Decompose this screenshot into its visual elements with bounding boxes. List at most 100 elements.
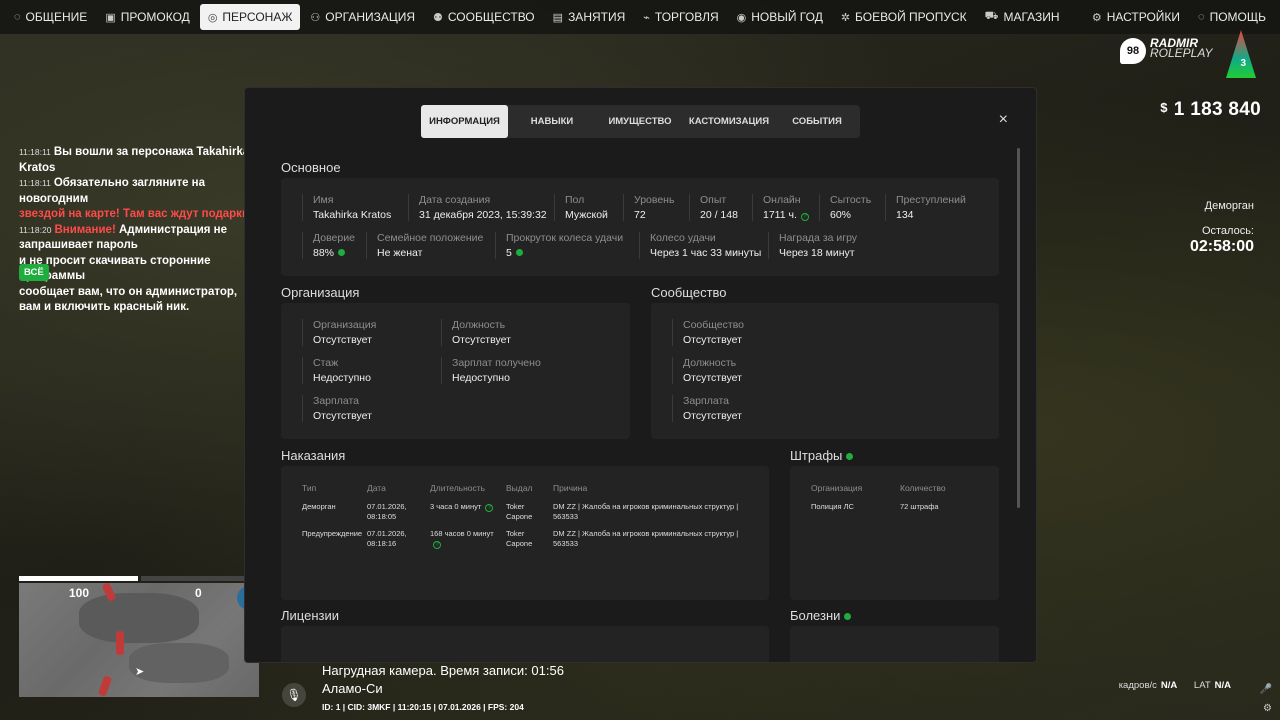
table-cell: 72 штрафа (900, 502, 939, 511)
fines-card: Организация Количество Полиция ЛС 72 штр… (790, 466, 999, 600)
tab-information[interactable]: ИНФОРМАЦИЯ (421, 105, 508, 138)
player-arrow-icon: ➤ (135, 666, 145, 678)
mic-small-icon: 🎤 (1259, 684, 1272, 695)
user-icon: ◎ (207, 11, 218, 24)
field-satiety: Сытость 60% (819, 194, 871, 221)
close-button[interactable]: × (999, 111, 1008, 129)
nav-battle-pass[interactable]: ✲ БОЕВОЙ ПРОПУСК (833, 4, 975, 30)
nav-shop[interactable]: ⛟ МАГАЗИН (977, 4, 1068, 30)
section-title-community: Сообщество (651, 285, 727, 300)
table-cell: DM ZZ | Жалоба на игроков криминальных с… (553, 502, 739, 521)
field-name: Имя Takahirka Kratos (302, 194, 391, 221)
chat-log: 11:18:11 Вы вошли за персонажа Takahirka … (19, 145, 259, 316)
field-tenure: Стаж Недоступно (302, 357, 371, 384)
field-exp: Опыт 20 / 148 (689, 194, 738, 221)
field-salaries: Зарплат получено Недоступно (441, 357, 541, 384)
table-cell: DM ZZ | Жалоба на игроков криминальных с… (553, 529, 739, 548)
jail-place: Деморган (1204, 200, 1254, 212)
server-logo: 98 RADMIR ROLEPLAY 3 (1120, 30, 1260, 86)
main-card: Имя Takahirka Kratos Дата создания 31 дека… (281, 178, 999, 276)
character-modal: ИНФОРМАЦИЯ НАВЫКИ ИМУЩЕСТВО КАСТОМИЗАЦИЯ… (244, 87, 1037, 663)
nav-organization[interactable]: ⚇ ОРГАНИЗАЦИЯ (302, 4, 423, 30)
field-community-position: Должность Отсутствует (672, 357, 742, 384)
nav-trade[interactable]: ⌁ ТОРГОВЛЯ (635, 4, 726, 30)
chat-line: 11:18:11 Вы вошли за персонажа Takahirka … (19, 146, 250, 174)
col-org: Организация (811, 483, 863, 493)
section-title-licenses: Лицензии (281, 608, 339, 623)
punishments-card: Тип Дата Длительность Выдал Причина Демо… (281, 466, 769, 600)
cart-icon: ⛟ (984, 10, 999, 22)
org-icon: ⚇ (310, 11, 321, 24)
chart-icon: ⌁ (643, 11, 650, 24)
tab-customization[interactable]: КАСТОМИЗАЦИЯ (684, 105, 774, 138)
nav-help[interactable]: ◌ ПОМОЩЬ (1190, 4, 1274, 30)
field-community-salary: Зарплата Отсутствует (672, 395, 742, 422)
info-icon[interactable]: ? (433, 540, 441, 549)
time-left-label: Осталось: (1201, 225, 1254, 237)
money-amount: 1 183 840 (1173, 99, 1261, 120)
status-dot-icon (338, 249, 346, 256)
currency-sign: $ (1160, 100, 1168, 115)
field-wheel: Колесо удачи Через 1 час 33 минуты (639, 232, 761, 259)
microphone-icon[interactable]: 🎙 (282, 683, 306, 707)
table-cell: Toker Capone (506, 502, 533, 521)
col-reason: Причина (553, 483, 588, 493)
field-gender: Пол Мужской (554, 194, 608, 221)
section-title-org: Организация (281, 285, 360, 300)
info-icon[interactable]: ? (485, 504, 494, 512)
chat-icon: ◌ (14, 11, 21, 23)
status-bars (19, 576, 259, 581)
chat-line: звездой на карте! Там вас ждут подарки! (19, 208, 253, 220)
field-online: Онлайн 1711 ч.? (752, 194, 809, 221)
bodycam-text: Нагрудная камера. Время записи: 01:56 (322, 663, 564, 678)
field-trust: Доверие 88% (302, 232, 355, 259)
map-terrain (79, 593, 199, 643)
settings-small-icon: ⚙ (1263, 703, 1272, 714)
armor-value: 0 (195, 586, 202, 600)
map-road (116, 631, 124, 655)
info-icon[interactable]: ? (800, 213, 809, 221)
community-icon: ⚉ (433, 11, 443, 24)
minimap: ➤ 100 0 (19, 583, 259, 697)
chat-filter-all-button[interactable]: ВСЁ (19, 264, 49, 281)
chat-line: 11:18:20 Внимание! Администрация не запра… (19, 223, 228, 252)
col-count: Количество (900, 483, 946, 493)
table-cell: Toker Capone (506, 529, 533, 548)
table-cell: 3 часа 0 минут? (430, 502, 494, 512)
status-dot-icon (844, 613, 852, 620)
tab-skills[interactable]: НАВЫКИ (508, 105, 596, 138)
field-salary: Зарплата Отсутствует (302, 395, 372, 422)
field-marital: Семейное положение Не женат (366, 232, 483, 259)
health-value: 100 (69, 586, 90, 600)
nav-promo[interactable]: ▣ ПРОМОКОД (97, 4, 198, 30)
tree-icon (1226, 30, 1256, 78)
nav-new-year[interactable]: ◉ НОВЫЙ ГОД (729, 4, 831, 30)
org-card: Организация Отсутствует Должность Отсутств… (281, 303, 630, 439)
field-created: Дата создания 31 декабря 2023, 15:39:32 (408, 194, 547, 221)
field-crimes: Преступлений 134 (885, 194, 966, 221)
brand-sub: ROLEPLAY (1150, 46, 1213, 60)
field-level: Уровень 72 (623, 194, 674, 221)
scrollbar[interactable] (1017, 148, 1020, 508)
licenses-card (281, 626, 769, 662)
field-org-position: Должность Отсутствует (441, 319, 511, 346)
table-cell: 07.01.2026, 08:18:16 (367, 529, 407, 548)
location-text: Аламо-Си (322, 681, 383, 696)
tab-property[interactable]: ИМУЩЕСТВО (596, 105, 684, 138)
nav-activities[interactable]: ▤ ЗАНЯТИЯ (545, 4, 634, 30)
nav-settings[interactable]: ⚙ НАСТРОЙКИ (1084, 4, 1188, 30)
nav-chat[interactable]: ◌ ОБЩЕНИЕ (6, 4, 95, 30)
money-display: $1 183 840 (1160, 99, 1261, 121)
gift-icon: ▣ (105, 11, 116, 24)
tab-events[interactable]: СОБЫТИЯ (774, 105, 860, 138)
section-title-diseases: Болезни (790, 608, 852, 623)
time-left-value: 02:58:00 (1189, 238, 1254, 255)
col-duration: Длительность (430, 483, 486, 493)
tree-number: 3 (1240, 58, 1246, 69)
chat-line: сообщает вам, что он администратор, (19, 285, 238, 298)
chat-line: и не просит скачивать сторонние программ… (19, 254, 211, 283)
nav-character[interactable]: ◎ ПЕРСОНАЖ (199, 4, 301, 30)
nav-community[interactable]: ⚉ СООБЩЕСТВО (425, 4, 543, 30)
health-bar (19, 576, 138, 581)
perf-readout: кадров/с N/A LAT N/A (1118, 680, 1231, 691)
